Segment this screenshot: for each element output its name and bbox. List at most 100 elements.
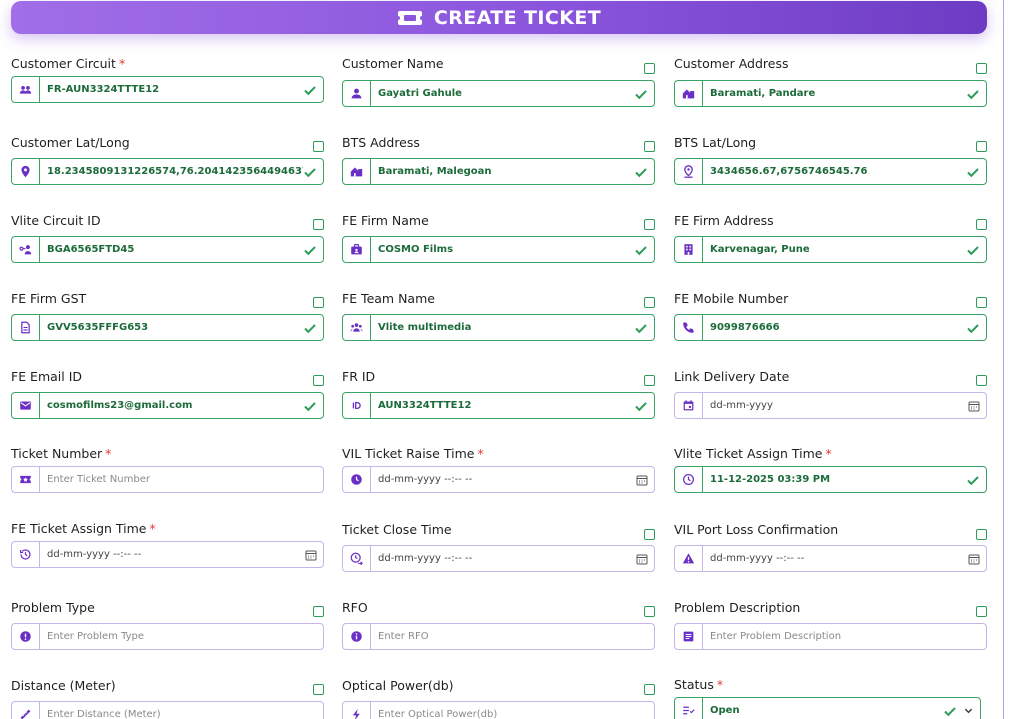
check-icon: [635, 245, 647, 255]
field-checkbox[interactable]: [976, 141, 987, 152]
fe-firm-gst-input[interactable]: GVV5635FFFG653: [11, 314, 324, 341]
field-vlite-ticket-assign-time: Vlite Ticket Assign Time * 11-12-2025 03:…: [674, 446, 987, 502]
field-checkbox[interactable]: [976, 297, 987, 308]
fe-team-name-input[interactable]: Vlite multimedia: [342, 314, 655, 341]
clock-icon: [683, 474, 694, 485]
field-checkbox[interactable]: [644, 297, 655, 308]
field-fe-ticket-assign-time: FE Ticket Assign Time * dd-mm-yyyy --:-- …: [11, 521, 324, 577]
fe-email-input[interactable]: cosmofilms23@gmail.com: [11, 392, 324, 419]
field-fe-firm-gst: FE Firm GST GVV5635FFFG653: [11, 291, 324, 347]
check-icon: [944, 706, 956, 716]
field-status: Status * Open: [674, 677, 981, 719]
field-customer-circuit: Customer Circuit * FR-AUN3324TTTE12: [11, 56, 324, 112]
field-checkbox[interactable]: [976, 63, 987, 74]
field-bts-address: BTS Address Baramati, Malegoan: [342, 135, 655, 191]
calendar-icon: [683, 400, 694, 411]
optical-power-input[interactable]: Enter Optical Power(db): [342, 701, 655, 719]
ticket-icon: [397, 10, 422, 25]
field-vil-port-loss: VIL Port Loss Confirmation dd-mm-yyyy --…: [674, 522, 987, 578]
field-checkbox[interactable]: [976, 375, 987, 386]
field-fe-email: FE Email ID cosmofilms23@gmail.com: [11, 369, 324, 425]
check-icon: [304, 245, 316, 255]
link-delivery-date-input[interactable]: dd-mm-yyyy: [674, 392, 987, 419]
calendar-picker-icon[interactable]: [636, 553, 648, 565]
calendar-picker-icon[interactable]: [968, 553, 980, 565]
fe-firm-address-input[interactable]: Karvenagar, Pune: [674, 236, 987, 263]
field-label: Vlite Ticket Assign Time *: [674, 446, 832, 461]
status-select[interactable]: Open: [674, 697, 981, 719]
field-checkbox[interactable]: [313, 219, 324, 230]
field-label: Status *: [674, 677, 724, 692]
field-fr-id: FR ID AUN3324TTTE12: [342, 369, 655, 425]
field-checkbox[interactable]: [644, 684, 655, 695]
exclamation-icon: [20, 631, 31, 642]
customer-latlong-input[interactable]: 18.2345809131226574,76.20414235644946374: [11, 158, 324, 185]
vil-port-loss-input[interactable]: dd-mm-yyyy --:-- --: [674, 545, 987, 572]
field-checkbox[interactable]: [313, 606, 324, 617]
page-header: CREATE TICKET: [11, 1, 987, 34]
bts-address-input[interactable]: Baramati, Malegoan: [342, 158, 655, 185]
vlite-ticket-assign-time-input[interactable]: 11-12-2025 03:39 PM: [674, 466, 987, 493]
team-icon: [350, 323, 363, 332]
ruler-icon: [20, 709, 31, 719]
calendar-picker-icon[interactable]: [636, 474, 648, 486]
field-label: Customer Circuit *: [11, 56, 126, 71]
calendar-picker-icon[interactable]: [305, 549, 317, 561]
field-checkbox[interactable]: [313, 141, 324, 152]
check-icon: [304, 323, 316, 333]
fe-ticket-assign-time-input[interactable]: dd-mm-yyyy --:-- --: [11, 541, 324, 568]
customer-name-input[interactable]: Gayatri Gahule: [342, 80, 655, 107]
check-icon: [304, 167, 316, 177]
field-checkbox[interactable]: [644, 375, 655, 386]
rfo-input[interactable]: Enter RFO: [342, 623, 655, 650]
field-label: VIL Ticket Raise Time *: [342, 446, 484, 461]
problem-description-input[interactable]: Enter Problem Description: [674, 623, 987, 650]
field-customer-latlong: Customer Lat/Long 18.2345809131226574,76…: [11, 135, 324, 191]
field-checkbox[interactable]: [644, 219, 655, 230]
fe-firm-name-input[interactable]: COSMO Films: [342, 236, 655, 263]
clock-history-icon: [20, 549, 31, 560]
bts-latlong-input[interactable]: 3434656.67,6756746545.76: [674, 158, 987, 185]
user-icon: [351, 88, 362, 99]
id-icon: [352, 402, 361, 409]
briefcase-icon: [351, 244, 362, 255]
vlite-circuit-id-input[interactable]: BGA6565FTD45: [11, 236, 324, 263]
field-label: FE Ticket Assign Time *: [11, 521, 156, 536]
fe-mobile-input[interactable]: 9099876666: [674, 314, 987, 341]
check-icon: [304, 85, 316, 95]
clock-icon: [351, 474, 362, 485]
check-icon: [304, 401, 316, 411]
customer-address-input[interactable]: Baramati, Pandare: [674, 80, 987, 107]
problem-type-input[interactable]: Enter Problem Type: [11, 623, 324, 650]
field-checkbox[interactable]: [313, 375, 324, 386]
vil-ticket-raise-time-input[interactable]: dd-mm-yyyy --:-- --: [342, 466, 655, 493]
ticket-number-input[interactable]: Enter Ticket Number: [11, 466, 324, 493]
field-problem-description: Problem Description Enter Problem Descri…: [674, 600, 987, 656]
house-icon: [682, 89, 695, 99]
field-label: Ticket Number *: [11, 446, 112, 461]
check-icon: [967, 89, 979, 99]
check-icon: [967, 475, 979, 485]
field-checkbox[interactable]: [644, 606, 655, 617]
field-checkbox[interactable]: [644, 529, 655, 540]
field-checkbox[interactable]: [976, 606, 987, 617]
field-checkbox[interactable]: [644, 141, 655, 152]
fr-id-input[interactable]: AUN3324TTTE12: [342, 392, 655, 419]
field-checkbox[interactable]: [313, 297, 324, 308]
field-checkbox[interactable]: [313, 684, 324, 695]
field-customer-name: Customer Name Gayatri Gahule: [342, 56, 655, 112]
field-checkbox[interactable]: [976, 529, 987, 540]
check-icon: [967, 245, 979, 255]
field-customer-address: Customer Address Baramati, Pandare: [674, 56, 987, 112]
buildings-icon: [350, 167, 363, 177]
map-pin-icon: [21, 165, 30, 178]
warning-icon: [682, 553, 695, 564]
distance-input[interactable]: Enter Distance (Meter): [11, 701, 324, 719]
field-checkbox[interactable]: [976, 219, 987, 230]
chevron-down-icon[interactable]: [963, 705, 974, 716]
calendar-picker-icon[interactable]: [968, 400, 980, 412]
field-ticket-close-time: Ticket Close Time dd-mm-yyyy --:-- --: [342, 522, 655, 578]
customer-circuit-input[interactable]: FR-AUN3324TTTE12: [11, 76, 324, 103]
ticket-close-time-input[interactable]: dd-mm-yyyy --:-- --: [342, 545, 655, 572]
field-checkbox[interactable]: [644, 63, 655, 74]
